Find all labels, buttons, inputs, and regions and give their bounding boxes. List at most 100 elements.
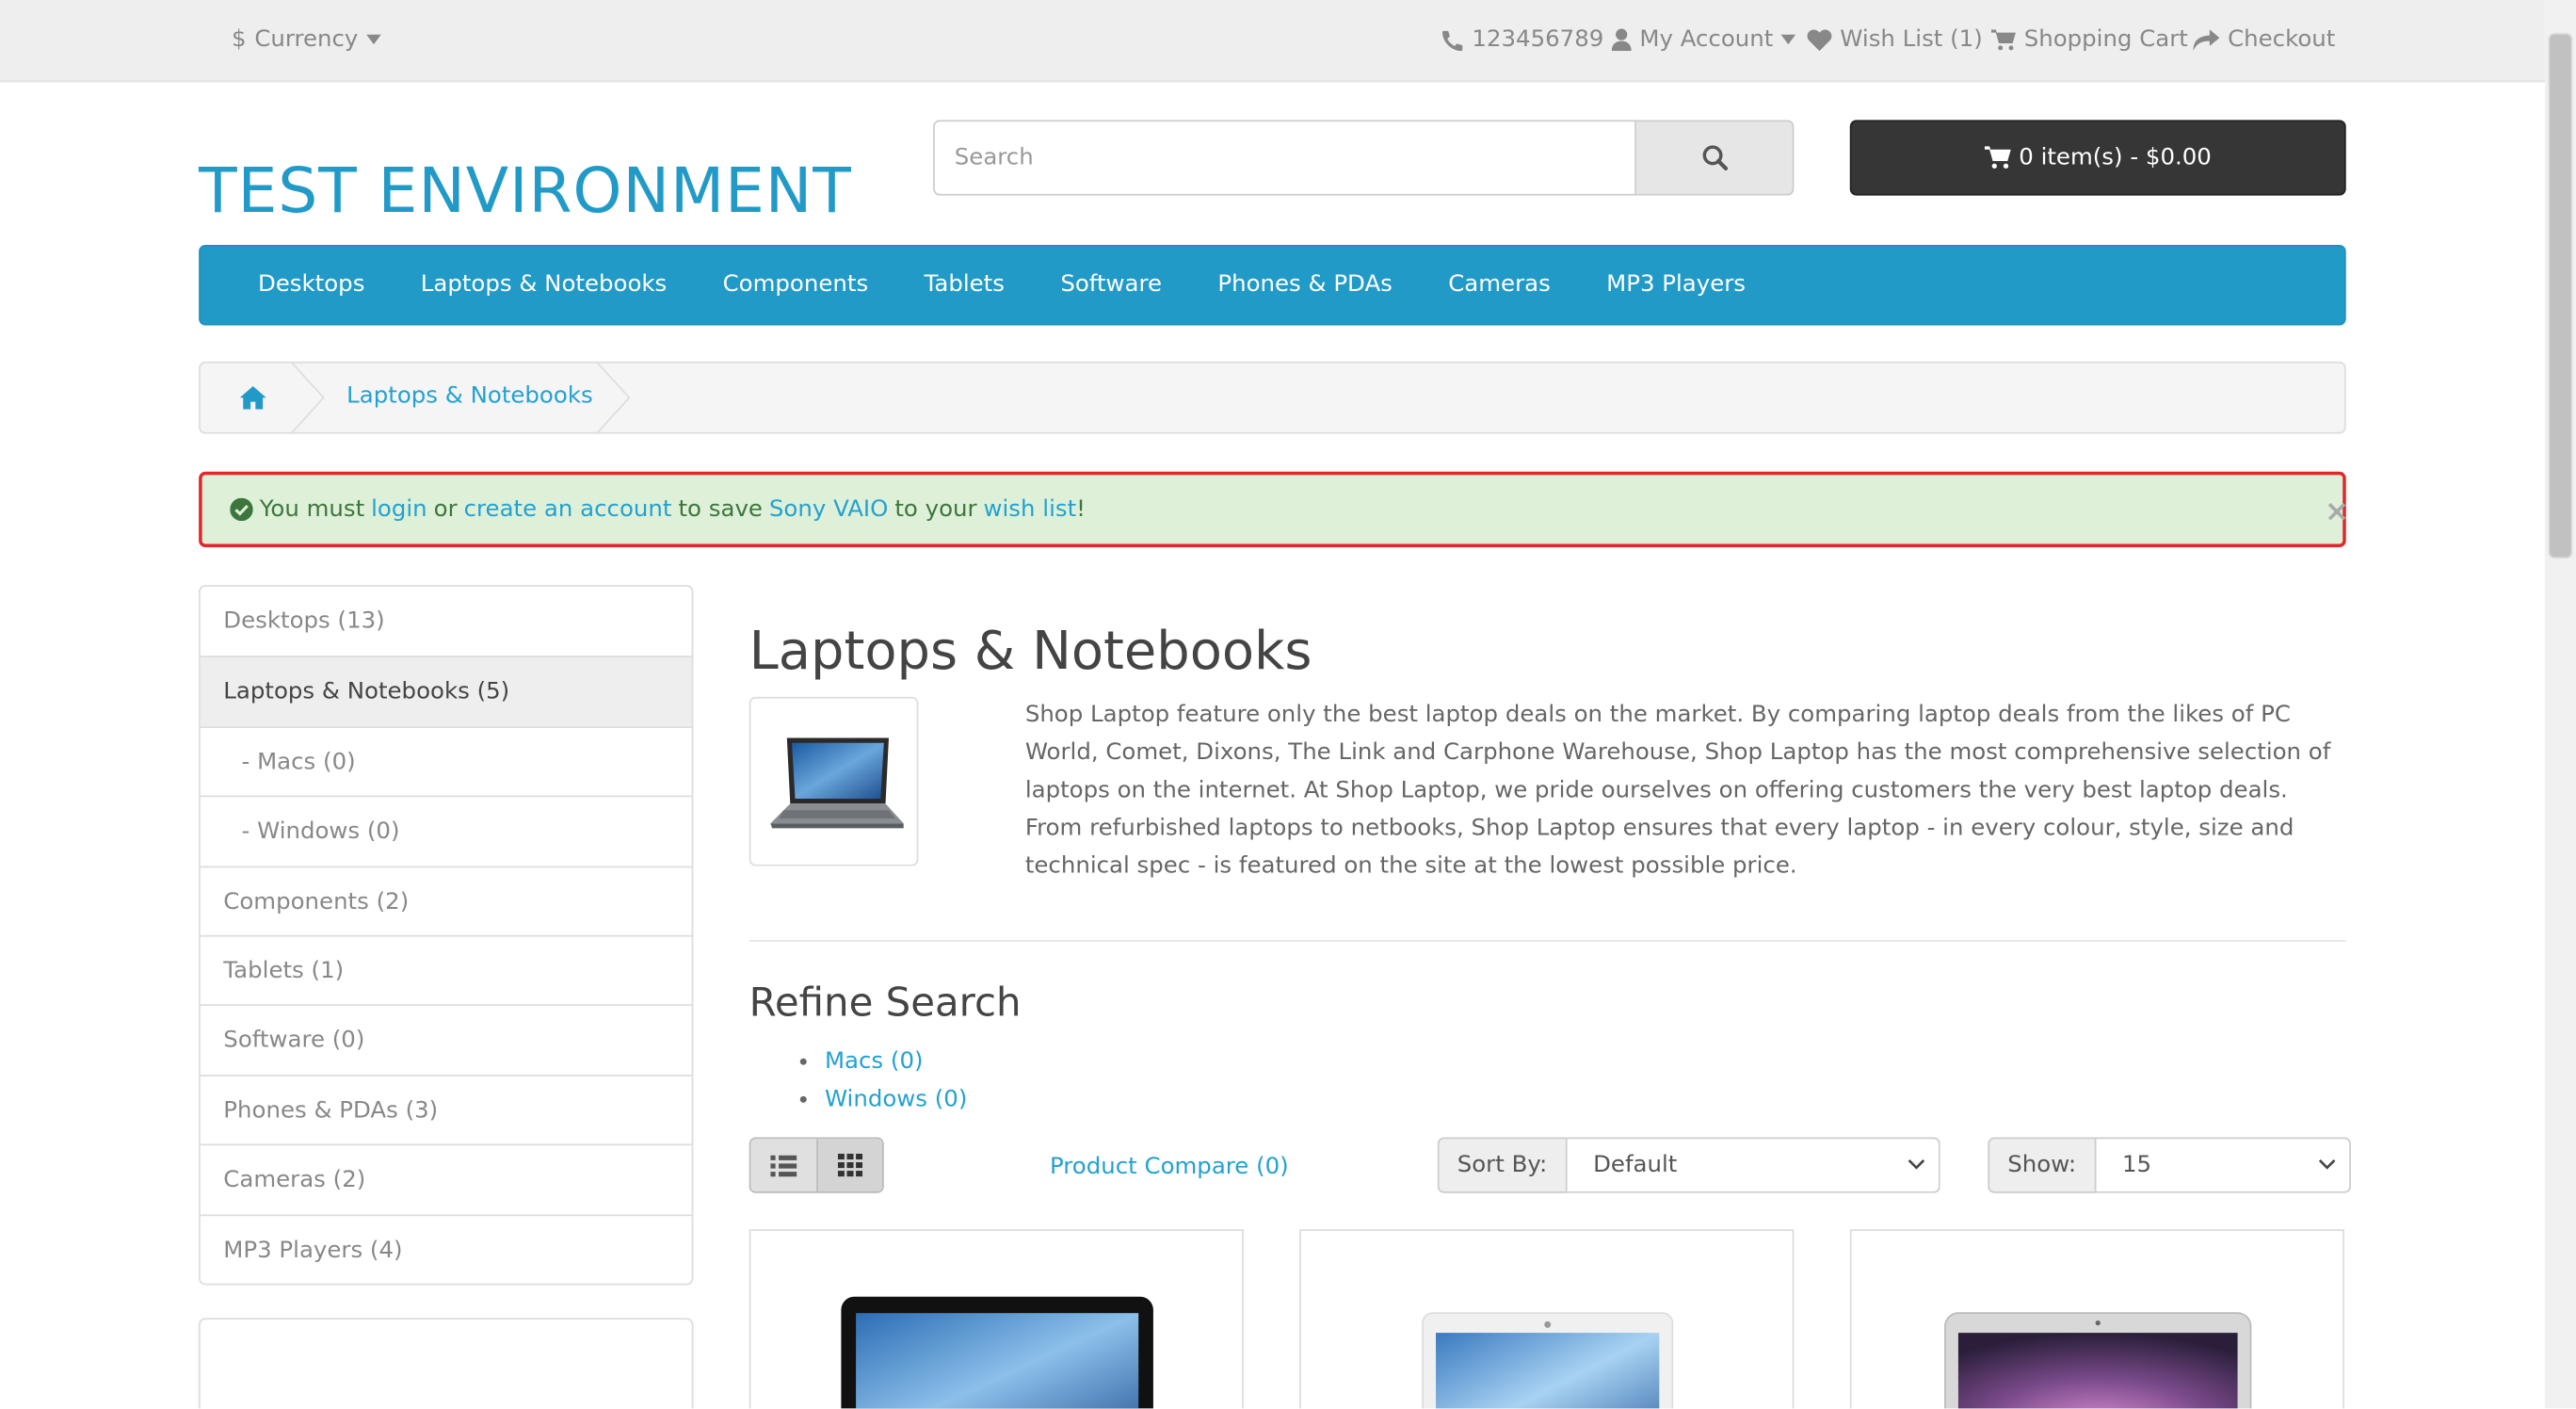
create-account-link[interactable]: create an account	[464, 496, 672, 523]
wishlist-link[interactable]: Wish List (1)	[1807, 23, 1983, 56]
list-item: Windows (0)	[825, 1081, 967, 1119]
view-toggle	[749, 1137, 884, 1193]
alert-text: to save	[678, 495, 763, 523]
breadcrumb-separator	[290, 361, 325, 434]
main-menu: Desktops Laptops & Notebooks Components …	[199, 244, 2346, 326]
menu-item-phones[interactable]: Phones & PDAs	[1190, 245, 1421, 326]
alert-text: !	[1076, 495, 1086, 523]
cart-total: 0 item(s) - $0.00	[2019, 144, 2212, 171]
sidebar-item-cameras[interactable]: Cameras (2)	[200, 1143, 692, 1214]
product-compare-link[interactable]: Product Compare (0)	[1050, 1154, 1289, 1180]
breadcrumb-separator	[595, 361, 631, 434]
checkout-link[interactable]: Checkout	[2193, 23, 2335, 56]
page-title: Laptops & Notebooks	[749, 619, 1312, 683]
sidebar-item-components[interactable]: Components (2)	[200, 865, 692, 935]
product-image	[1943, 1312, 2251, 1409]
divider	[749, 940, 2346, 942]
product-card[interactable]	[749, 1229, 1244, 1409]
grid-view-button[interactable]	[816, 1139, 883, 1192]
product-card[interactable]	[1299, 1229, 1795, 1409]
list-item: Macs (0)	[825, 1044, 967, 1081]
search-bar	[933, 120, 1795, 196]
sidebar-item-desktops[interactable]: Desktops (13)	[201, 587, 692, 656]
chevron-down-icon	[1908, 1158, 1924, 1170]
menu-item-desktops[interactable]: Desktops	[230, 245, 393, 326]
search-button[interactable]	[1635, 120, 1795, 196]
grid-icon	[837, 1153, 863, 1177]
sidebar-item-software[interactable]: Software (0)	[200, 1004, 692, 1075]
breadcrumb-laptops[interactable]: Laptops & Notebooks	[346, 383, 593, 410]
refine-search-title: Refine Search	[749, 979, 1022, 1026]
site-logo[interactable]: TEST ENVIRONMENT	[199, 154, 852, 227]
category-image	[749, 696, 919, 866]
sidebar-item-macs[interactable]: - Macs (0)	[200, 725, 692, 796]
my-account-dropdown[interactable]: My Account	[1611, 23, 1796, 56]
sort-by-label: Sort By:	[1437, 1137, 1568, 1193]
product-card[interactable]	[1849, 1229, 2344, 1409]
scrollbar-thumb[interactable]	[2548, 32, 2573, 559]
scrollbar[interactable]	[2544, 0, 2576, 1409]
alert-text: or	[433, 495, 458, 523]
menu-item-mp3[interactable]: MP3 Players	[1578, 245, 1773, 326]
caret-down-icon	[366, 34, 381, 45]
currency-dropdown[interactable]: $ Currency	[232, 23, 381, 56]
sort-by-select[interactable]: Default	[1567, 1137, 1940, 1193]
wishlist-link-inline[interactable]: wish list	[984, 496, 1077, 523]
list-icon	[770, 1154, 797, 1176]
sidebar-banner	[199, 1318, 694, 1409]
sort-by-group: Sort By: Default	[1437, 1137, 1940, 1193]
chevron-down-icon	[2318, 1158, 2335, 1170]
share-icon	[2193, 28, 2220, 51]
breadcrumb: Laptops & Notebooks	[199, 361, 2346, 434]
search-input[interactable]	[933, 120, 1636, 196]
sort-by-value: Default	[1593, 1152, 1678, 1179]
product-image	[840, 1296, 1153, 1409]
wishlist-label: Wish List (1)	[1840, 25, 1983, 53]
shopping-cart-label: Shopping Cart	[2023, 25, 2188, 53]
cart-icon	[1990, 28, 2016, 50]
category-sidebar: Desktops (13) Laptops & Notebooks (5) - …	[199, 585, 694, 1286]
sidebar-item-mp3[interactable]: MP3 Players (4)	[200, 1213, 692, 1284]
home-icon	[239, 386, 266, 410]
currency-label: Currency	[254, 25, 359, 53]
alert-text: to your	[894, 495, 977, 523]
show-select[interactable]: 15	[2096, 1137, 2351, 1193]
my-account-label: My Account	[1639, 25, 1774, 53]
phone-number: 123456789	[1472, 25, 1604, 53]
cart-button[interactable]: 0 item(s) - $0.00	[1849, 120, 2346, 196]
shopping-cart-link[interactable]: Shopping Cart	[1990, 23, 2188, 56]
menu-item-components[interactable]: Components	[695, 245, 896, 326]
refine-windows-link[interactable]: Windows (0)	[825, 1086, 967, 1112]
home-link[interactable]	[239, 384, 266, 415]
category-description: Shop Laptop feature only the best laptop…	[1024, 702, 2331, 880]
sidebar-item-windows[interactable]: - Windows (0)	[200, 795, 692, 866]
page: $ Currency 123456789 My Account Wish Lis…	[0, 0, 2576, 1409]
list-view-button[interactable]	[750, 1139, 817, 1192]
phone-link[interactable]: 123456789	[1442, 23, 1603, 56]
heart-icon	[1807, 28, 1832, 51]
sidebar-item-laptops[interactable]: Laptops & Notebooks (5)	[200, 656, 692, 726]
menu-item-laptops[interactable]: Laptops & Notebooks	[393, 245, 695, 326]
top-bar: $ Currency 123456789 My Account Wish Lis…	[0, 0, 2545, 83]
menu-item-cameras[interactable]: Cameras	[1421, 245, 1579, 326]
show-group: Show: 15	[1988, 1137, 2351, 1193]
refine-macs-link[interactable]: Macs (0)	[825, 1048, 924, 1075]
refine-list: Macs (0) Windows (0)	[800, 1044, 967, 1119]
phone-icon	[1442, 29, 1463, 51]
laptop-image	[769, 737, 903, 828]
product-link[interactable]: Sony VAIO	[769, 496, 888, 523]
success-alert: You must login or create an account to s…	[199, 471, 2349, 548]
caret-down-icon	[1781, 34, 1796, 45]
menu-item-tablets[interactable]: Tablets	[896, 245, 1033, 326]
close-icon[interactable]: ×	[2325, 494, 2349, 529]
login-link[interactable]: login	[371, 496, 427, 523]
cart-icon	[1984, 146, 2011, 169]
show-value: 15	[2121, 1152, 2152, 1179]
user-icon	[1611, 28, 1632, 52]
dollar-icon: $	[232, 25, 247, 53]
product-image	[1421, 1312, 1673, 1409]
sidebar-item-tablets[interactable]: Tablets (1)	[200, 934, 692, 1005]
menu-item-software[interactable]: Software	[1033, 245, 1190, 326]
alert-text: You must	[259, 495, 365, 523]
sidebar-item-phones[interactable]: Phones & PDAs (3)	[200, 1074, 692, 1144]
